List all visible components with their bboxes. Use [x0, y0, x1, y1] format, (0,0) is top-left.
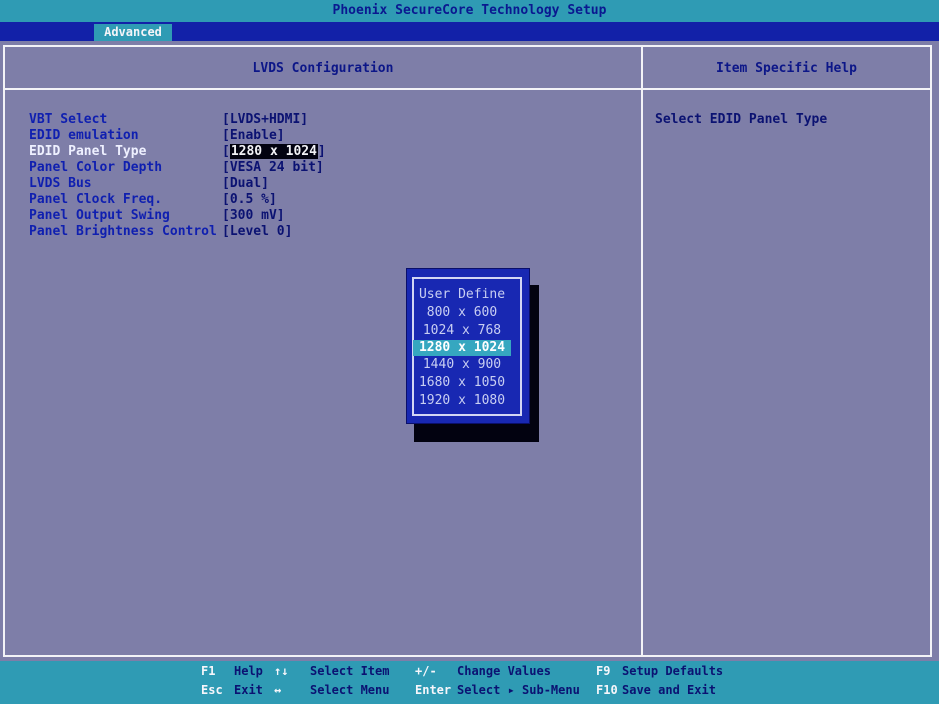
setting-value[interactable]: [0.5 %]	[222, 192, 277, 208]
hint-select-sub-menu: Select ▸ Sub-Menu	[457, 683, 580, 697]
hint-select-menu: Select Menu	[310, 683, 390, 697]
hint-save-and-exit: Save and Exit	[622, 683, 716, 697]
key-left-right-arrow: ↔	[274, 683, 282, 697]
key-f9: F9	[596, 664, 611, 678]
hint-setup-defaults: Setup Defaults	[622, 664, 724, 678]
option-popup: User Define 800 x 600 1024 x 768 1280 x …	[406, 268, 530, 424]
setting-label: Panel Clock Freq.	[29, 192, 163, 207]
setting-value[interactable]: [VESA 24 bit]	[222, 160, 324, 176]
setting-label: LVDS Bus	[29, 176, 92, 191]
title-bar: Phoenix SecureCore Technology Setup	[0, 0, 939, 22]
value-bracket-open: [	[222, 144, 230, 159]
selected-value: 1280 x 1024	[229, 144, 318, 159]
setting-value[interactable]: [300 mV]	[222, 208, 285, 224]
option-1440x900[interactable]: 1440 x 900	[413, 357, 511, 373]
setting-value[interactable]: [LVDS+HDMI]	[222, 112, 308, 128]
key-legend-bar: F1 Help ↑↓ Select Item +/- Change Values…	[0, 661, 939, 704]
panel-divider	[641, 45, 643, 657]
hint-select-item: Select Item	[310, 664, 390, 678]
option-800x600[interactable]: 800 x 600	[413, 305, 511, 321]
value-bracket-close: ]	[317, 144, 326, 159]
option-1280x1024[interactable]: 1280 x 1024	[413, 340, 511, 356]
setting-value[interactable]: [Level 0]	[222, 224, 292, 240]
bios-title: Phoenix SecureCore Technology Setup	[332, 3, 607, 18]
setting-label: EDID Panel Type	[29, 144, 147, 159]
setting-value[interactable]: [Dual]	[222, 176, 269, 192]
header-divider	[3, 88, 932, 90]
key-esc: Esc	[201, 683, 223, 697]
setting-label: Panel Output Swing	[29, 208, 170, 223]
setting-label: EDID emulation	[29, 128, 139, 143]
key-f10: F10	[596, 683, 618, 697]
help-text: Select EDID Panel Type	[655, 112, 828, 127]
key-plus-minus: +/-	[415, 664, 437, 678]
hint-help: Help	[234, 664, 263, 678]
key-up-down-arrows: ↑↓	[274, 664, 289, 678]
menu-bar: Advanced	[0, 22, 939, 41]
setting-label: VBT Select	[29, 112, 108, 127]
hint-exit: Exit	[234, 683, 263, 697]
option-1024x768[interactable]: 1024 x 768	[413, 323, 511, 339]
setting-label: Panel Color Depth	[29, 160, 163, 175]
right-panel-title: Item Specific Help	[716, 61, 857, 76]
option-1680x1050[interactable]: 1680 x 1050	[413, 375, 511, 391]
left-panel-title: LVDS Configuration	[252, 61, 394, 76]
tab-advanced[interactable]: Advanced	[94, 24, 172, 41]
option-1920x1080[interactable]: 1920 x 1080	[413, 393, 511, 409]
key-enter: Enter	[415, 683, 452, 697]
setting-label: Panel Brightness Control	[29, 224, 217, 239]
setting-value[interactable]: [Enable]	[222, 128, 285, 144]
setting-value[interactable]: [1280 x 1024]	[222, 144, 326, 160]
option-user-define[interactable]: User Define	[413, 287, 511, 303]
hint-change-values: Change Values	[457, 664, 551, 678]
key-f1: F1	[201, 664, 216, 678]
